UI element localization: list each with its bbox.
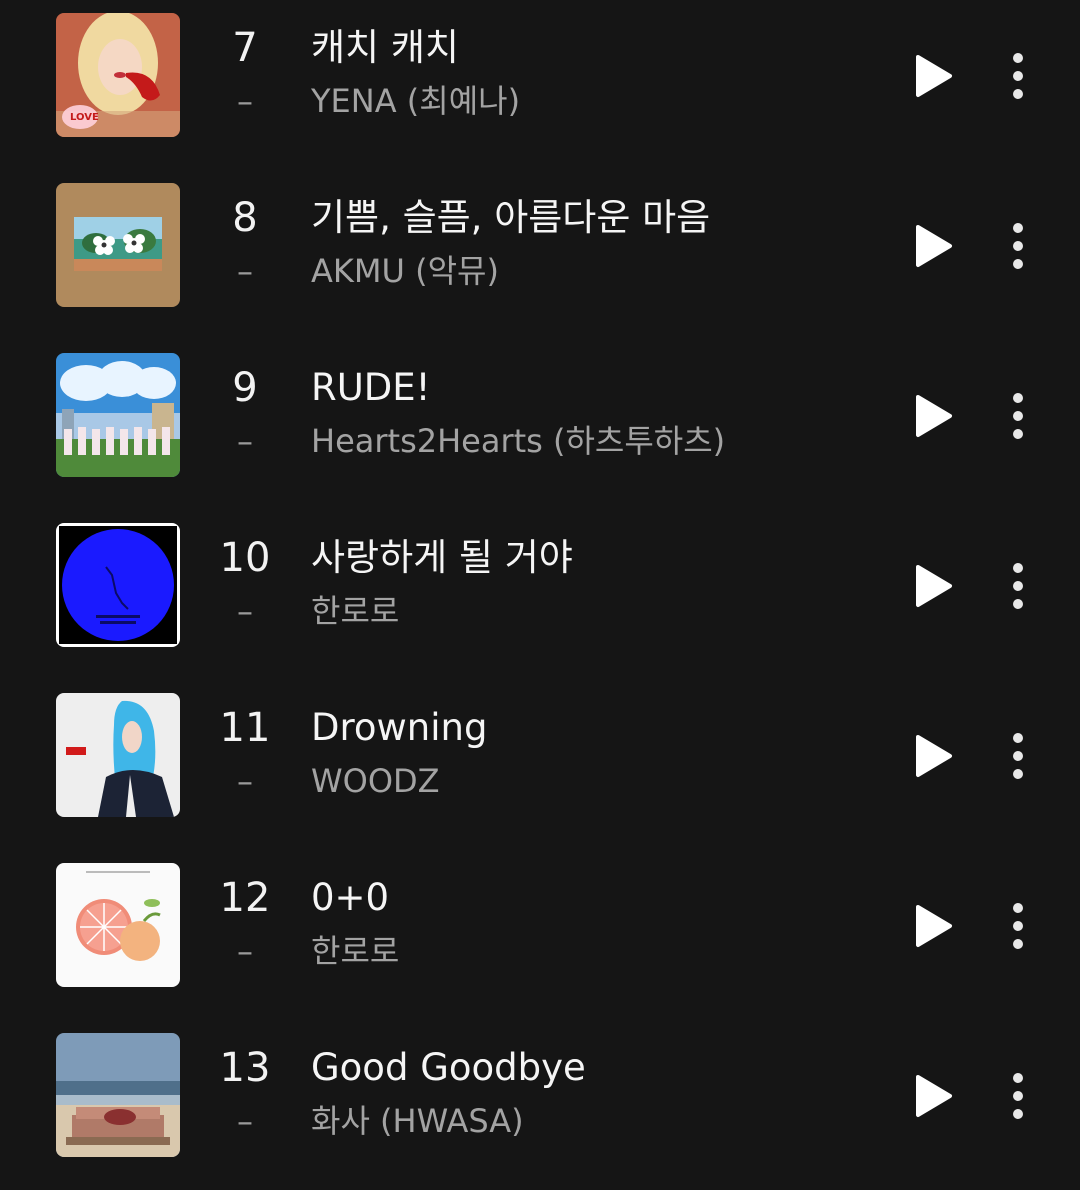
- play-button[interactable]: [906, 50, 958, 102]
- rank-number: 8: [232, 195, 258, 241]
- play-button[interactable]: [906, 390, 958, 442]
- play-button[interactable]: [906, 560, 958, 612]
- rank-change: –: [237, 592, 253, 630]
- track-title: Drowning: [311, 706, 488, 749]
- play-button[interactable]: [906, 730, 958, 782]
- album-cover[interactable]: [56, 523, 180, 647]
- chart-list: LOVE 7 – 캐치 캐치 YENA (최예나) 8 – 기쁨, 슬픔, 아름…: [0, 0, 1080, 1174]
- play-icon: [916, 395, 952, 437]
- rank-number: 12: [219, 875, 271, 921]
- artist-name: WOODZ: [311, 762, 440, 800]
- track-title: 사랑하게 될 거야: [311, 536, 573, 579]
- track-row[interactable]: 8 – 기쁨, 슬픔, 아름다운 마음 AKMU (악뮤): [0, 170, 1080, 340]
- artist-name: Hearts2Hearts (하츠투하츠): [311, 422, 726, 460]
- play-button[interactable]: [906, 220, 958, 272]
- rank-number: 7: [232, 25, 258, 71]
- track-row[interactable]: 12 – 0+0 한로로: [0, 850, 1080, 1020]
- beach-sofa-cover-art: [56, 1033, 180, 1157]
- rank-change: –: [237, 932, 253, 970]
- track-title: 기쁨, 슬픔, 아름다운 마음: [311, 196, 711, 239]
- play-button[interactable]: [906, 900, 958, 952]
- more-vertical-icon: [1013, 393, 1023, 439]
- play-icon: [916, 565, 952, 607]
- play-button[interactable]: [906, 1070, 958, 1122]
- rank-number: 11: [219, 705, 271, 751]
- play-icon: [916, 1075, 952, 1117]
- track-row[interactable]: LOVE 7 – 캐치 캐치 YENA (최예나): [0, 0, 1080, 170]
- rank-change: –: [237, 252, 253, 290]
- track-row[interactable]: 10 – 사랑하게 될 거야 한로로: [0, 510, 1080, 680]
- album-cover[interactable]: [56, 693, 180, 817]
- album-cover[interactable]: [56, 863, 180, 987]
- track-title: RUDE!: [311, 366, 431, 409]
- more-options-button[interactable]: [996, 728, 1040, 784]
- rank-change: –: [237, 82, 253, 120]
- artist-name: 화사 (HWASA): [311, 1102, 524, 1140]
- album-cover[interactable]: [56, 183, 180, 307]
- more-options-button[interactable]: [996, 48, 1040, 104]
- rank-change: –: [237, 762, 253, 800]
- rank-change: –: [237, 422, 253, 460]
- more-vertical-icon: [1013, 223, 1023, 269]
- track-row[interactable]: 13 – Good Goodbye 화사 (HWASA): [0, 1020, 1080, 1190]
- play-icon: [916, 55, 952, 97]
- artist-name: AKMU (악뮤): [311, 252, 499, 290]
- artist-name: 한로로: [311, 592, 400, 630]
- more-options-button[interactable]: [996, 898, 1040, 954]
- artist-name: YENA (최예나): [311, 82, 521, 120]
- more-options-button[interactable]: [996, 388, 1040, 444]
- svg-text:LOVE: LOVE: [70, 112, 99, 123]
- more-options-button[interactable]: [996, 1068, 1040, 1124]
- album-cover[interactable]: LOVE: [56, 13, 180, 137]
- rank-number: 9: [232, 365, 258, 411]
- play-icon: [916, 225, 952, 267]
- flowers-cardboard-cover-art: [56, 183, 180, 307]
- track-title: Good Goodbye: [311, 1046, 586, 1089]
- track-title: 캐치 캐치: [311, 26, 459, 69]
- rude-clouds-cover-art: [56, 353, 180, 477]
- more-vertical-icon: [1013, 903, 1023, 949]
- love-catcher-cover-art: LOVE: [56, 13, 180, 137]
- more-options-button[interactable]: [996, 558, 1040, 614]
- artist-name: 한로로: [311, 932, 400, 970]
- play-icon: [916, 905, 952, 947]
- album-cover[interactable]: [56, 353, 180, 477]
- play-icon: [916, 735, 952, 777]
- rank-number: 10: [219, 535, 271, 581]
- track-row[interactable]: 11 – Drowning WOODZ: [0, 680, 1080, 850]
- more-vertical-icon: [1013, 53, 1023, 99]
- album-cover[interactable]: [56, 1033, 180, 1157]
- track-row[interactable]: 9 – RUDE! Hearts2Hearts (하츠투하츠): [0, 340, 1080, 510]
- more-options-button[interactable]: [996, 218, 1040, 274]
- more-vertical-icon: [1013, 563, 1023, 609]
- more-vertical-icon: [1013, 1073, 1023, 1119]
- rank-change: –: [237, 1102, 253, 1140]
- grapefruit-peach-cover-art: [56, 863, 180, 987]
- more-vertical-icon: [1013, 733, 1023, 779]
- blue-hair-portrait-cover-art: [56, 693, 180, 817]
- track-title: 0+0: [311, 876, 390, 919]
- blue-circle-cover-art: [56, 523, 180, 647]
- rank-number: 13: [219, 1045, 271, 1091]
